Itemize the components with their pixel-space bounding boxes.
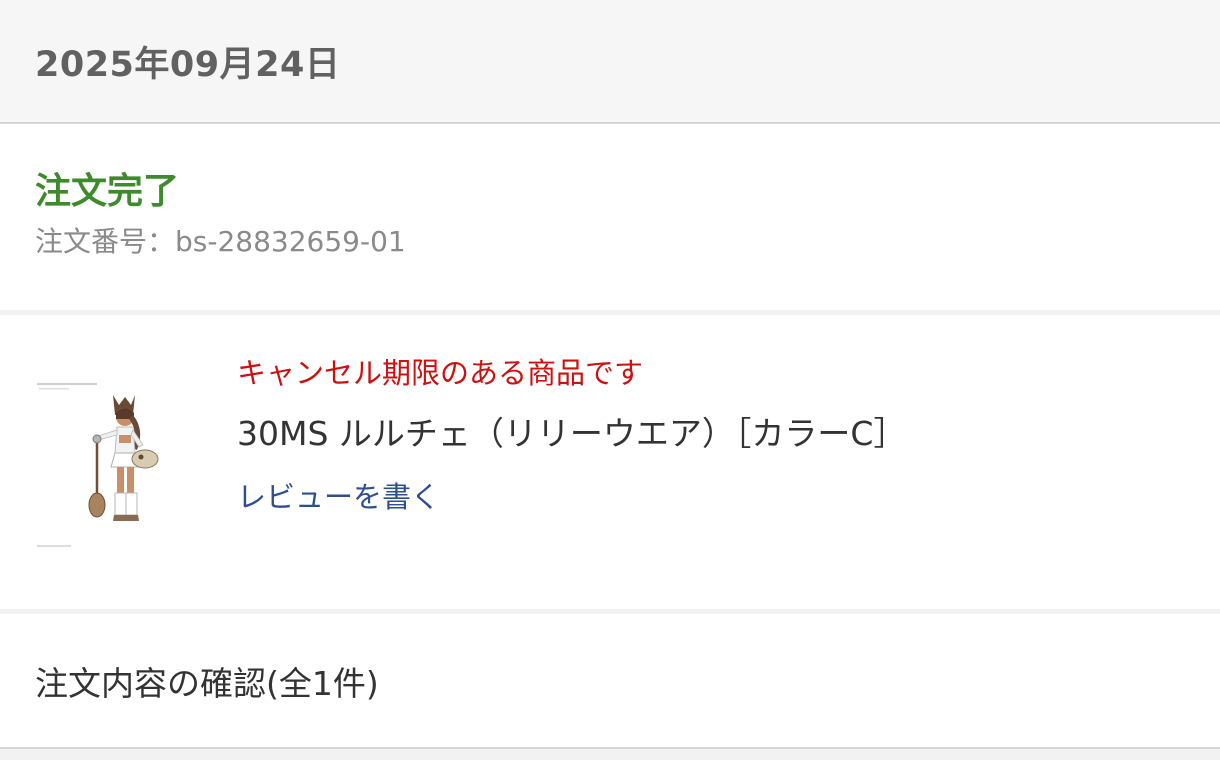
product-thumbnail[interactable] — [35, 375, 165, 555]
cancel-deadline-notice: キャンセル期限のある商品です — [237, 356, 644, 390]
order-number: 注文番号：bs-28832659-01 — [35, 225, 406, 258]
date-header: 2025年09月24日 — [0, 0, 1220, 124]
confirm-order-details-row[interactable]: 注文内容の確認(全1件) — [0, 614, 1220, 749]
order-history-page: 2025年09月24日 注文完了 注文番号：bs-28832659-01 キャン… — [0, 0, 1220, 760]
product-name[interactable]: 30MS ルルチェ（リリーウエア）［カラーC］ — [237, 413, 1190, 455]
product-row: キャンセル期限のある商品です 30MS ルルチェ（リリーウエア）［カラーC］ レ… — [0, 315, 1220, 609]
order-status-section: 注文完了 注文番号：bs-28832659-01 — [0, 124, 1220, 310]
write-review-link[interactable]: レビューを書く — [237, 477, 440, 517]
product-info: キャンセル期限のある商品です 30MS ルルチェ（リリーウエア）［カラーC］ レ… — [237, 353, 1190, 517]
figure-thumbnail-icon — [35, 375, 165, 555]
order-status: 注文完了 — [35, 171, 180, 212]
order-date: 2025年09月24日 — [35, 44, 341, 85]
bottom-spacer — [0, 749, 1220, 760]
confirm-order-details-label: 注文内容の確認(全1件) — [35, 663, 379, 703]
